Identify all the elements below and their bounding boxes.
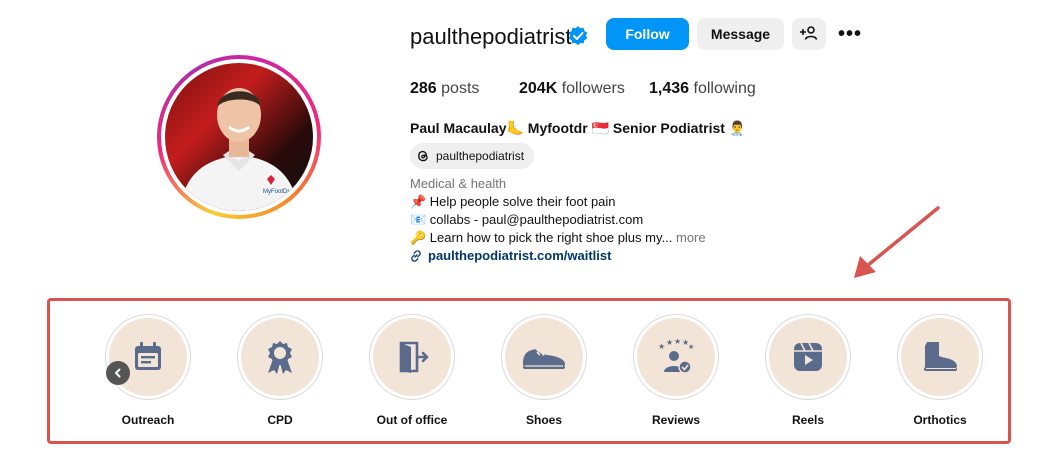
highlight-ring [369,314,455,400]
sneaker-icon [523,349,565,369]
highlight-ring [237,314,323,400]
star-rating-icon: ★ ★ ★ ★ ★ [658,339,694,374]
posts-stat: 286 posts [410,80,479,98]
highlight-label: Reviews [651,413,701,427]
highlight-ring [765,314,851,400]
bio-line-3-text: 🔑 Learn how to pick the right shoe plus … [410,230,673,245]
threads-icon [418,150,428,162]
highlight-cover [901,318,979,396]
boot-icon [924,342,957,371]
highlight-ring: ★ ★ ★ ★ ★ [633,314,719,400]
svg-text:★: ★ [666,339,673,347]
svg-text:★: ★ [674,339,681,346]
follow-button[interactable]: Follow [606,18,689,50]
threads-handle: paulthepodiatrist [436,149,525,163]
profile-category: Medical & health [410,176,507,191]
svg-text:★: ★ [658,342,665,351]
posts-label: posts [441,80,480,97]
username: paulthepodiatrist [410,24,572,49]
following-label: following [693,80,756,97]
add-user-button[interactable] [792,18,826,50]
highlight-ring [501,314,587,400]
bio-line-1: 📌 Help people solve their foot pain [410,194,616,209]
highlight-cpd[interactable]: CPD [236,314,324,427]
highlight-cover [373,318,451,396]
highlight-label: Reels [791,413,825,427]
add-user-icon [800,25,818,40]
chevron-left-icon [115,368,121,378]
more-options-button[interactable]: ••• [836,18,864,50]
highlight-cover [505,318,583,396]
highlight-orthotics[interactable]: Orthotics [896,314,984,427]
avatar-portrait-icon: MyFootDr [179,88,299,211]
highlight-label: Out of office [376,413,448,427]
door-exit-icon [399,341,429,373]
highlight-ring [105,314,191,400]
award-ribbon-icon [268,341,292,374]
highlight-label: CPD [267,413,293,427]
calendar-icon [135,342,161,370]
full-name: Paul Macaulay🦶 Myfootdr 🇸🇬 Senior Podiat… [410,120,747,136]
highlight-out-of-office[interactable]: Out of office [368,314,456,427]
highlight-label: Orthotics [913,413,967,427]
followers-label: followers [561,80,625,97]
followers-count: 204K [519,80,558,97]
followers-stat[interactable]: 204K followers [519,80,625,98]
highlight-ring [897,314,983,400]
highlight-cover: ★ ★ ★ ★ ★ [637,318,715,396]
bio-line-3: 🔑 Learn how to pick the right shoe plus … [410,230,706,246]
profile-link[interactable]: paulthepodiatrist.com/waitlist [410,248,611,263]
threads-badge[interactable]: paulthepodiatrist [410,143,535,169]
message-button[interactable]: Message [697,18,784,50]
highlight-reviews[interactable]: ★ ★ ★ ★ ★ Reviews [632,314,720,427]
annotation-arrow-icon [854,206,940,278]
bio-more-link[interactable]: more [676,230,706,245]
posts-count: 286 [410,80,437,97]
highlight-label: Outreach [121,413,175,427]
link-icon [411,249,421,262]
highlight-cover [769,318,847,396]
highlight-label: Shoes [525,413,562,427]
reels-icon [794,342,822,371]
highlight-reels[interactable]: Reels [764,314,852,427]
avatar[interactable]: MyFootDr [165,63,313,211]
svg-text:MyFootDr: MyFootDr [263,189,289,195]
highlight-cover [241,318,319,396]
highlights-prev-button[interactable] [106,361,130,385]
verified-badge-icon [568,26,588,46]
highlight-shoes[interactable]: Shoes [500,314,588,427]
profile-link-text: paulthepodiatrist.com/waitlist [428,248,612,263]
following-stat[interactable]: 1,436 following [649,80,756,98]
following-count: 1,436 [649,80,690,97]
avatar-story-ring[interactable]: MyFootDr [157,55,321,219]
bio-line-2: 📧 collabs - paul@paulthepodiatrist.com [410,212,644,227]
svg-text:★: ★ [688,343,694,351]
